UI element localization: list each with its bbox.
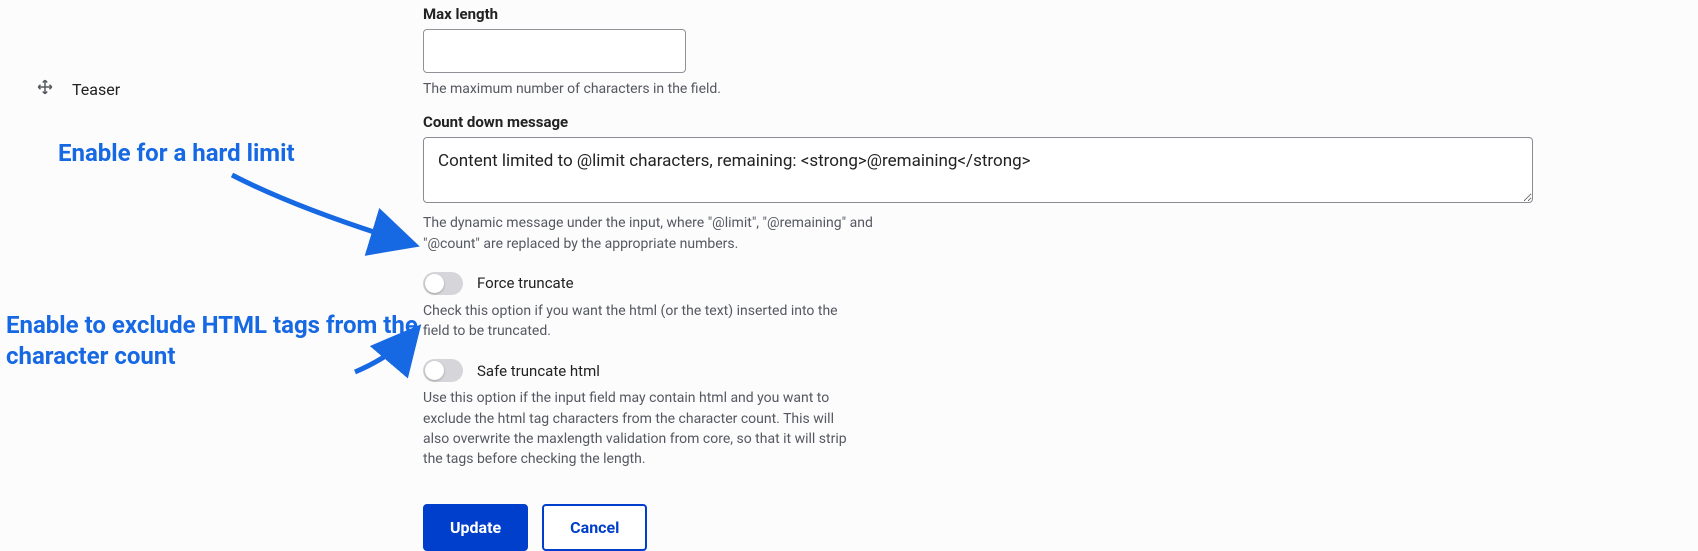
force-truncate-label: Force truncate <box>477 274 574 292</box>
safe-truncate-help: Use this option if the input field may c… <box>423 388 863 469</box>
annotation-exclude-tags: Enable to exclude HTML tags from the cha… <box>6 310 421 372</box>
safe-truncate-label: Safe truncate html <box>477 362 600 380</box>
drag-handle-icon[interactable] <box>36 78 54 100</box>
safe-truncate-toggle[interactable] <box>423 359 463 382</box>
annotation-hard-limit: Enable for a hard limit <box>58 138 295 169</box>
max-length-input[interactable] <box>423 29 686 73</box>
force-truncate-toggle[interactable] <box>423 272 463 295</box>
max-length-label: Max length <box>423 5 1543 23</box>
max-length-help: The maximum number of characters in the … <box>423 79 913 99</box>
force-truncate-help: Check this option if you want the html (… <box>423 301 863 342</box>
countdown-textarea[interactable] <box>423 137 1533 203</box>
countdown-help: The dynamic message under the input, whe… <box>423 213 913 254</box>
sidebar-item-teaser[interactable]: Teaser <box>72 80 120 99</box>
countdown-label: Count down message <box>423 113 1543 131</box>
update-button[interactable]: Update <box>423 504 528 551</box>
cancel-button[interactable]: Cancel <box>542 504 647 551</box>
